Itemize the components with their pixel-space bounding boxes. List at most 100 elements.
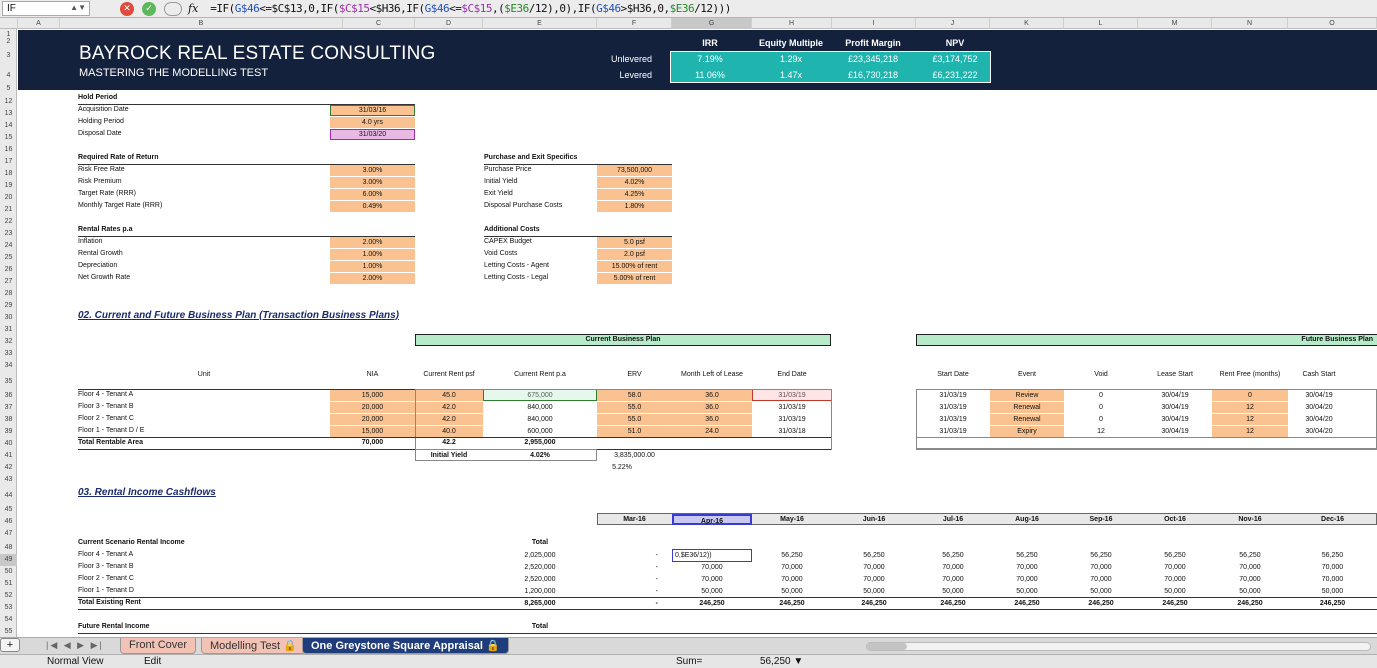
purchase-exit-input[interactable]: 1.80% bbox=[597, 201, 672, 212]
cashflow-cell[interactable]: 50,000 bbox=[752, 586, 832, 597]
cashflow-cell[interactable]: 56,250 bbox=[1288, 550, 1377, 561]
cashflow-cell[interactable]: - bbox=[597, 586, 672, 597]
row-header-28[interactable]: 28 bbox=[0, 288, 17, 300]
column-header-d[interactable]: D bbox=[415, 18, 483, 29]
row-header-4[interactable]: 4 bbox=[0, 70, 17, 82]
bp-cell-nia[interactable]: 20,000 bbox=[330, 414, 415, 425]
month-header[interactable]: Dec-16 bbox=[1288, 514, 1377, 525]
select-all-corner[interactable] bbox=[0, 18, 18, 29]
cashflow-cell[interactable]: - bbox=[597, 562, 672, 573]
row-header-38[interactable]: 38 bbox=[0, 414, 17, 426]
cashflow-cell[interactable]: 70,000 bbox=[1138, 562, 1212, 573]
tab-front-cover[interactable]: Front Cover bbox=[120, 638, 197, 654]
name-box[interactable]: IF ▲▼ bbox=[2, 1, 90, 16]
row-header-37[interactable]: 37 bbox=[0, 402, 17, 414]
rental-rates-input[interactable]: 2.00% bbox=[330, 273, 415, 284]
row-header-34[interactable]: 34 bbox=[0, 360, 17, 372]
row-header-31[interactable]: 31 bbox=[0, 324, 17, 336]
column-header-m[interactable]: M bbox=[1138, 18, 1212, 29]
rental-rates-input[interactable]: 2.00% bbox=[330, 237, 415, 248]
month-header[interactable]: Apr-16 bbox=[672, 514, 752, 525]
row-header-29[interactable]: 29 bbox=[0, 300, 17, 312]
cashflow-cell[interactable]: 50,000 bbox=[1212, 586, 1288, 597]
cashflow-cell[interactable]: 56,250 bbox=[832, 550, 916, 561]
cashflow-cell[interactable]: 70,000 bbox=[990, 574, 1064, 585]
column-header-j[interactable]: J bbox=[916, 18, 990, 29]
row-header-30[interactable]: 30 bbox=[0, 312, 17, 324]
cashflow-cell[interactable]: - bbox=[597, 574, 672, 585]
row-header-25[interactable]: 25 bbox=[0, 252, 17, 264]
sum-value[interactable]: 56,250 ▼ bbox=[760, 656, 803, 667]
row-header-49[interactable]: 49 bbox=[0, 554, 17, 566]
row-header-19[interactable]: 19 bbox=[0, 180, 17, 192]
column-header-b[interactable]: B bbox=[60, 18, 343, 29]
cashflow-cell[interactable]: 50,000 bbox=[832, 586, 916, 597]
row-header-47[interactable]: 47 bbox=[0, 528, 17, 540]
column-header-a[interactable]: A bbox=[18, 18, 60, 29]
additional-costs-input[interactable]: 5.00% of rent bbox=[597, 273, 672, 284]
month-header[interactable]: May-16 bbox=[752, 514, 832, 525]
row-header-14[interactable]: 14 bbox=[0, 120, 17, 132]
hold-period-input[interactable]: 4.0 yrs bbox=[330, 117, 415, 128]
formula-builder-oval-icon[interactable] bbox=[164, 1, 182, 16]
sheet-nav-arrows-icon[interactable]: |◀ ◀ ▶ ▶| bbox=[46, 640, 104, 651]
row-header-23[interactable]: 23 bbox=[0, 228, 17, 240]
column-header-e[interactable]: E bbox=[483, 18, 597, 29]
row-header-43[interactable]: 43 bbox=[0, 474, 17, 486]
row-header-54[interactable]: 54 bbox=[0, 614, 17, 626]
cashflow-cell[interactable]: - bbox=[597, 550, 672, 561]
row-header-46[interactable]: 46 bbox=[0, 516, 17, 528]
month-header[interactable]: Aug-16 bbox=[990, 514, 1064, 525]
row-header-2[interactable]: 2 bbox=[0, 36, 17, 48]
row-header-21[interactable]: 21 bbox=[0, 204, 17, 216]
cashflow-cell[interactable]: 70,000 bbox=[752, 574, 832, 585]
month-header[interactable]: Oct-16 bbox=[1138, 514, 1212, 525]
active-edit-cell[interactable]: 0,$E36/12)) bbox=[672, 549, 752, 562]
row-header-15[interactable]: 15 bbox=[0, 132, 17, 144]
cashflow-cell[interactable]: 56,250 bbox=[752, 550, 832, 561]
cashflow-cell[interactable]: 56,250 bbox=[990, 550, 1064, 561]
cashflow-cell[interactable]: 56,250 bbox=[1212, 550, 1288, 561]
row-header-51[interactable]: 51 bbox=[0, 578, 17, 590]
row-header-18[interactable]: 18 bbox=[0, 168, 17, 180]
required-return-input[interactable]: 3.00% bbox=[330, 165, 415, 176]
row-header-3[interactable]: 3 bbox=[0, 50, 17, 62]
column-header-c[interactable]: C bbox=[343, 18, 415, 29]
cashflow-cell[interactable]: 56,250 bbox=[916, 550, 990, 561]
cashflow-cell[interactable]: 70,000 bbox=[916, 562, 990, 573]
cashflow-cell[interactable]: 50,000 bbox=[916, 586, 990, 597]
required-return-input[interactable]: 0.49% bbox=[330, 201, 415, 212]
purchase-exit-input[interactable]: 4.25% bbox=[597, 189, 672, 200]
cashflow-cell[interactable]: 70,000 bbox=[1288, 574, 1377, 585]
cashflow-cell[interactable]: 56,250 bbox=[1138, 550, 1212, 561]
bp-cell-nia[interactable]: 20,000 bbox=[330, 402, 415, 413]
cashflow-cell[interactable]: 70,000 bbox=[1212, 574, 1288, 585]
column-header-g[interactable]: G bbox=[672, 18, 752, 29]
row-header-17[interactable]: 17 bbox=[0, 156, 17, 168]
column-header-l[interactable]: L bbox=[1064, 18, 1138, 29]
column-header-n[interactable]: N bbox=[1212, 18, 1288, 29]
cashflow-cell[interactable]: 70,000 bbox=[1138, 574, 1212, 585]
cashflow-cell[interactable]: 50,000 bbox=[1138, 586, 1212, 597]
cashflow-cell[interactable]: 70,000 bbox=[832, 574, 916, 585]
cashflow-cell[interactable]: 50,000 bbox=[1064, 586, 1138, 597]
row-header-50[interactable]: 50 bbox=[0, 566, 17, 578]
horizontal-scrollbar[interactable] bbox=[866, 642, 1371, 651]
column-header-k[interactable]: K bbox=[990, 18, 1064, 29]
required-return-input[interactable]: 6.00% bbox=[330, 189, 415, 200]
rental-rates-input[interactable]: 1.00% bbox=[330, 261, 415, 272]
cancel-formula-icon[interactable]: ✕ bbox=[120, 1, 134, 16]
cashflow-cell[interactable]: 70,000 bbox=[1064, 574, 1138, 585]
row-header-16[interactable]: 16 bbox=[0, 144, 17, 156]
bp-cell-nia[interactable]: 15,000 bbox=[330, 426, 415, 437]
column-header-o[interactable]: O bbox=[1288, 18, 1377, 29]
row-header-53[interactable]: 53 bbox=[0, 602, 17, 614]
column-header-f[interactable]: F bbox=[597, 18, 672, 29]
cashflow-cell[interactable]: 70,000 bbox=[672, 574, 752, 585]
cashflow-cell[interactable]: 70,000 bbox=[1288, 562, 1377, 573]
row-header-20[interactable]: 20 bbox=[0, 192, 17, 204]
month-header[interactable]: Jun-16 bbox=[832, 514, 916, 525]
row-header-12[interactable]: 12 bbox=[0, 96, 17, 108]
month-header[interactable]: Nov-16 bbox=[1212, 514, 1288, 525]
required-return-input[interactable]: 3.00% bbox=[330, 177, 415, 188]
